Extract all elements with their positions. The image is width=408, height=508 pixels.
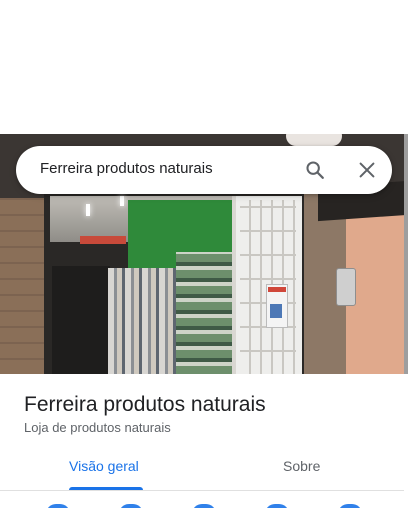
aisle bbox=[52, 266, 110, 374]
poster-image bbox=[270, 304, 282, 318]
electric-meter bbox=[336, 268, 356, 306]
search-icon[interactable] bbox=[304, 159, 326, 181]
action-button-directions[interactable] bbox=[46, 504, 70, 508]
interior-sign bbox=[80, 236, 126, 244]
action-button-start[interactable] bbox=[119, 504, 143, 508]
map-top-area bbox=[0, 0, 408, 134]
action-button-share[interactable] bbox=[338, 504, 362, 508]
tab-overview[interactable]: Visão geral bbox=[69, 458, 139, 474]
tab-divider bbox=[0, 490, 404, 491]
search-input[interactable]: Ferreira produtos naturais bbox=[40, 160, 213, 177]
place-title: Ferreira produtos naturais bbox=[24, 393, 266, 416]
product-shelves bbox=[176, 252, 232, 374]
poster-header bbox=[268, 287, 286, 292]
ceiling-light bbox=[120, 196, 124, 206]
tab-about[interactable]: Sobre bbox=[283, 458, 320, 474]
action-button-call[interactable] bbox=[192, 504, 216, 508]
ceiling-light bbox=[86, 204, 90, 216]
scrollbar[interactable] bbox=[404, 134, 408, 406]
search-bar[interactable]: Ferreira produtos naturais bbox=[16, 146, 392, 194]
place-category: Loja de produtos naturais bbox=[24, 420, 171, 435]
store-sign bbox=[286, 134, 342, 146]
action-button-save[interactable] bbox=[265, 504, 289, 508]
close-icon[interactable] bbox=[356, 159, 378, 181]
place-details-sheet: Ferreira produtos naturais Loja de produ… bbox=[0, 374, 408, 508]
